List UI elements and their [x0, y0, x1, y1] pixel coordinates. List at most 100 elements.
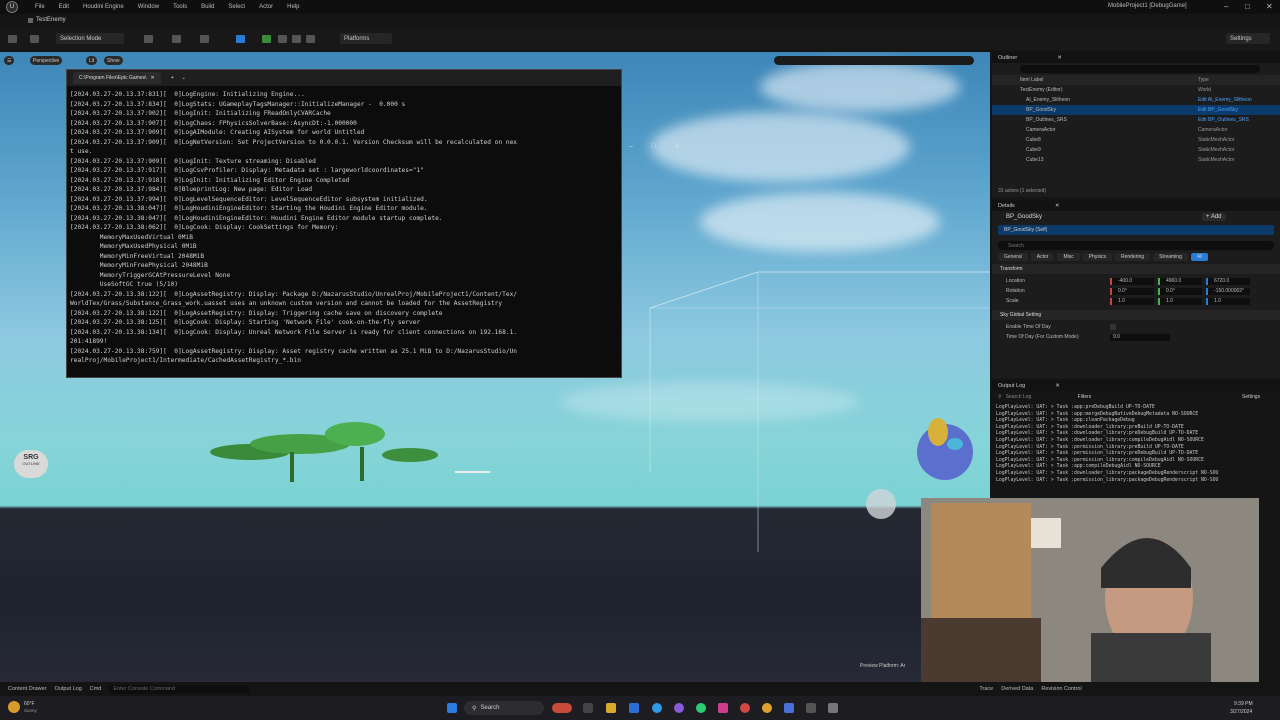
outliner-row[interactable]: Cube8 StaticMeshActor	[992, 135, 1280, 145]
menu-edit[interactable]: Edit	[52, 4, 76, 10]
app-icon[interactable]	[718, 703, 728, 713]
menu-file[interactable]: File	[28, 4, 52, 10]
console-close-icon[interactable]: ✕	[674, 143, 680, 151]
lit-button[interactable]: Lit	[86, 56, 98, 65]
transform-field[interactable]: -400.0	[1110, 277, 1154, 285]
tab-close-icon[interactable]: ✕	[151, 75, 155, 81]
transform-field[interactable]: -150.000002°	[1206, 287, 1250, 295]
viewport-transform-tools[interactable]	[774, 56, 974, 65]
skip-icon[interactable]	[278, 35, 287, 43]
edge-icon[interactable]	[652, 703, 662, 713]
sky-section[interactable]: Sky Global Setting	[992, 310, 1280, 320]
menu-build[interactable]: Build	[194, 4, 221, 10]
output-log-close-icon[interactable]: ✕	[1055, 383, 1060, 389]
browser-icon[interactable]	[674, 703, 684, 713]
console-maximize-icon[interactable]: □	[651, 143, 655, 150]
console-window[interactable]: C:\Program Files\Epic Games\ ✕ + ⌄ – □ ✕…	[66, 69, 680, 378]
spotify-icon[interactable]	[696, 703, 706, 713]
menu-tools[interactable]: Tools	[166, 4, 194, 10]
taskbar-search[interactable]: ⚲ Search	[464, 701, 544, 715]
details-tab[interactable]: Actor	[1030, 253, 1055, 261]
widget-icon[interactable]	[552, 703, 572, 713]
selection-mode-button[interactable]: Selection Mode	[56, 33, 124, 44]
console-tab[interactable]: C:\Program Files\Epic Games\ ✕	[73, 72, 161, 84]
cinematics-icon[interactable]	[200, 35, 209, 43]
file-explorer-icon[interactable]	[606, 703, 616, 713]
menu-help[interactable]: Help	[280, 4, 306, 10]
app-icon[interactable]	[784, 703, 794, 713]
transform-field[interactable]: 0.0°	[1158, 287, 1202, 295]
time-custom-field[interactable]: 9.0	[1110, 333, 1170, 341]
transform-field[interactable]: 1.0	[1206, 297, 1250, 305]
play-mode-icon[interactable]	[236, 35, 245, 43]
outliner-close-icon[interactable]: ✕	[1057, 55, 1062, 61]
content-drawer-button[interactable]: Content Drawer	[8, 686, 47, 692]
new-tab-icon[interactable]: +	[171, 75, 174, 81]
task-view-icon[interactable]	[583, 703, 593, 713]
outliner-row[interactable]: AI_Enemy_Slitheon Edit AI_Enemy_Slitheon	[992, 95, 1280, 105]
transform-field[interactable]: 4960.0	[1158, 277, 1202, 285]
perspective-button[interactable]: Perspective	[30, 56, 63, 65]
content-icon[interactable]	[30, 35, 39, 43]
stop-icon[interactable]	[306, 35, 315, 43]
store-icon[interactable]	[629, 703, 639, 713]
cmd-button[interactable]: Cmd	[90, 686, 102, 692]
derived-data-button[interactable]: Derived Data	[1001, 686, 1033, 692]
maximize-icon[interactable]: □	[1245, 2, 1250, 11]
log-filters-button[interactable]: Filters	[1078, 394, 1092, 400]
app-icon[interactable]	[806, 703, 816, 713]
add-component-button[interactable]: + Add	[1202, 213, 1226, 221]
menu-select[interactable]: Select	[221, 4, 252, 10]
menu-window[interactable]: Window	[131, 4, 166, 10]
console-line: [2024.03.27-20.13.38:134][ 0]LogCook: Di…	[70, 328, 518, 336]
outliner-row[interactable]: BP_GoodSky Edit BP_GoodSky	[992, 105, 1280, 115]
outliner-search-input[interactable]	[1020, 65, 1260, 73]
show-button[interactable]: Show	[104, 56, 123, 65]
app-icon[interactable]	[740, 703, 750, 713]
output-log-button[interactable]: Output Log	[55, 686, 82, 692]
console-minimize-icon[interactable]: –	[629, 143, 633, 150]
save-icon[interactable]	[8, 35, 17, 43]
log-search-input[interactable]: Search Log	[1006, 394, 1066, 400]
details-search-input[interactable]: Search	[998, 241, 1274, 250]
outliner-row[interactable]: TestEnemy (Editor) World	[992, 85, 1280, 95]
outliner-row[interactable]: CameraActor CameraActor	[992, 125, 1280, 135]
menu-houdini-engine[interactable]: Houdini Engine	[76, 4, 131, 10]
outliner-row[interactable]: Cube13 StaticMeshActor	[992, 155, 1280, 165]
windows-start-icon[interactable]	[447, 703, 457, 713]
add-actor-icon[interactable]	[144, 35, 153, 43]
menu-actor[interactable]: Actor	[252, 4, 280, 10]
details-tab[interactable]: General	[998, 253, 1028, 261]
console-command-input[interactable]: Enter Console Command	[109, 684, 250, 694]
details-tab[interactable]: Rendering	[1114, 253, 1151, 261]
outliner-row[interactable]: BP_Outlines_SRS Edit BP_Outlines_SRS	[992, 115, 1280, 125]
details-tab[interactable]: Streaming	[1153, 253, 1188, 261]
platforms-button[interactable]: Platforms	[340, 33, 392, 44]
log-settings-button[interactable]: Settings	[1242, 394, 1260, 400]
details-tab[interactable]: Physics	[1082, 253, 1112, 261]
project-tab[interactable]: TestEnemy	[36, 17, 66, 23]
tab-dropdown-icon[interactable]: ⌄	[182, 75, 186, 81]
revision-control-button[interactable]: Revision Control	[1041, 686, 1081, 692]
console-title: C:\Program Files\Epic Games\	[79, 75, 147, 81]
trace-button[interactable]: Trace	[979, 686, 993, 692]
minimize-icon[interactable]: –	[1224, 2, 1228, 11]
outliner-row[interactable]: Cube9 StaticMeshActor	[992, 145, 1280, 155]
enable-time-checkbox[interactable]	[1110, 324, 1116, 330]
transform-field[interactable]: 1.0	[1158, 297, 1202, 305]
play-icon[interactable]	[262, 35, 271, 43]
blueprint-icon[interactable]	[172, 35, 181, 43]
details-tab[interactable]: Misc	[1057, 253, 1080, 261]
settings-button[interactable]: Settings	[1226, 33, 1270, 44]
details-tab[interactable]: All	[1190, 253, 1209, 261]
unreal-taskbar-icon[interactable]	[828, 703, 838, 713]
transform-field[interactable]: 0.0°	[1110, 287, 1154, 295]
pause-icon[interactable]	[292, 35, 301, 43]
transform-section[interactable]: Transform	[992, 264, 1280, 274]
transform-field[interactable]: 1.0	[1110, 297, 1154, 305]
details-close-icon[interactable]: ✕	[1055, 203, 1060, 209]
close-icon[interactable]: ✕	[1266, 2, 1273, 11]
transform-field[interactable]: 6720.0	[1206, 277, 1250, 285]
chrome-icon[interactable]	[762, 703, 772, 713]
component-self-row[interactable]: BP_GoodSky (Self)	[998, 225, 1274, 235]
